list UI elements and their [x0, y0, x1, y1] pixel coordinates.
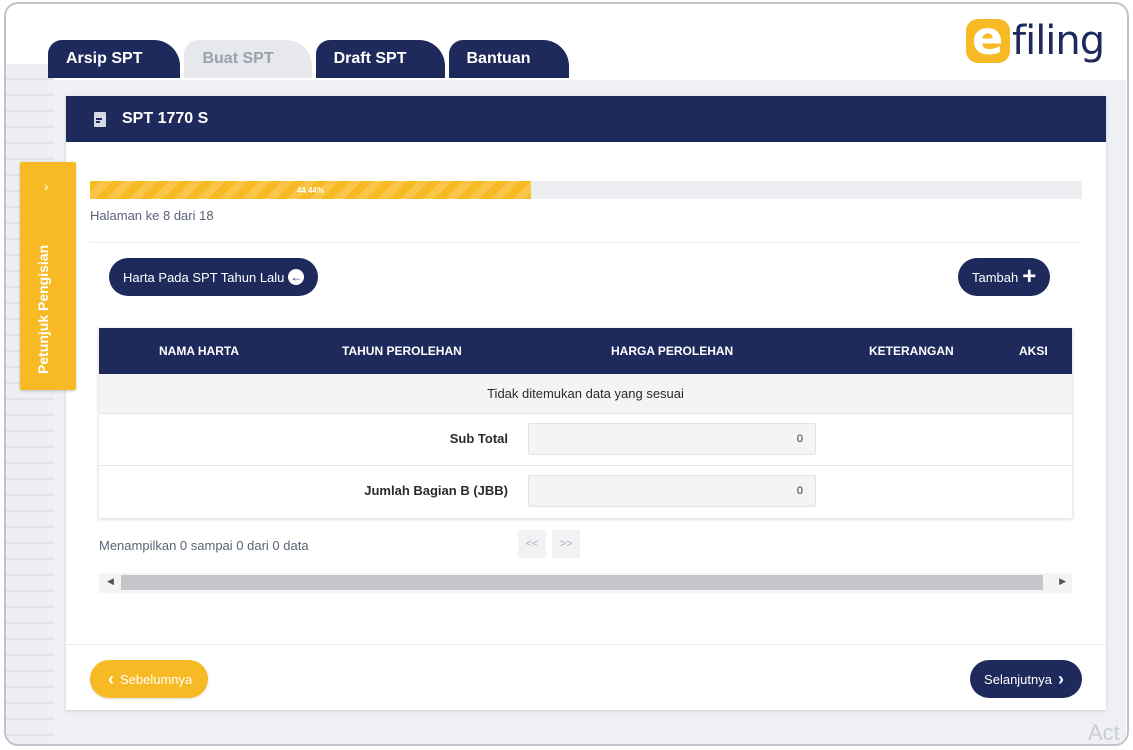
assets-table: NAMA HARTA TAHUN PEROLEHAN HARGA PEROLEH…	[99, 328, 1072, 518]
logo-text: filing	[1012, 18, 1105, 64]
next-label: Selanjutnya	[984, 671, 1052, 687]
document-icon	[94, 111, 106, 127]
tab-draft-spt[interactable]: Draft SPT	[315, 40, 445, 78]
jbb-label: Jumlah Bagian B (JBB)	[364, 483, 508, 498]
sub-total-field: 0	[528, 423, 816, 455]
previous-year-assets-button[interactable]: Harta Pada SPT Tahun Lalu ←	[109, 258, 319, 296]
activation-watermark: Act	[1088, 720, 1120, 745]
progress-fill: 44.44%	[90, 181, 531, 199]
tab-bantuan[interactable]: Bantuan	[448, 40, 569, 78]
footer-divider	[66, 644, 1106, 645]
pager-prev-button[interactable]: <<	[518, 530, 546, 558]
column-header[interactable]: TAHUN PEROLEHAN	[342, 344, 462, 358]
arrow-left-circle-icon: ←	[288, 269, 305, 285]
page-info: Halaman ke 8 dari 18	[90, 208, 214, 223]
efiling-logo: e filing	[966, 14, 1105, 68]
empty-message: Tidak ditemukan data yang sesuai	[99, 374, 1072, 414]
column-header[interactable]: HARGA PEROLEHAN	[611, 344, 733, 358]
spt-panel: SPT 1770 S 44.44% Halaman ke 8 dari 18 H…	[66, 96, 1106, 710]
column-header[interactable]: AKSI	[1019, 344, 1048, 358]
plus-icon: +	[1022, 263, 1037, 290]
logo-badge-letter: e	[972, 11, 1004, 65]
scroll-left-icon[interactable]: ◀	[107, 576, 114, 587]
pager-next-button[interactable]: >>	[552, 530, 580, 558]
panel-title: SPT 1770 S	[122, 110, 209, 127]
chevron-right-icon: ›	[44, 178, 49, 194]
logo-badge: e	[966, 15, 1010, 63]
add-button-label: Tambah	[972, 269, 1019, 285]
tab-buat-spt[interactable]: Buat SPT	[184, 40, 312, 78]
showing-info: Menampilkan 0 sampai 0 dari 0 data	[99, 538, 309, 553]
divider	[90, 242, 1082, 243]
progress-label: 44.44%	[296, 185, 324, 195]
guide-drawer-toggle[interactable]: › Petunjuk Pengisian	[20, 162, 76, 390]
sub-total-label: Sub Total	[449, 431, 508, 446]
previous-year-assets-label: Harta Pada SPT Tahun Lalu	[123, 269, 285, 285]
scroll-right-icon[interactable]: ▶	[1059, 576, 1066, 587]
jbb-row: Jumlah Bagian B (JBB) 0	[99, 466, 1072, 518]
chevron-right-icon: ›	[1058, 669, 1064, 689]
panel-header: SPT 1770 S	[66, 96, 1106, 142]
pager: << >>	[518, 530, 586, 558]
horizontal-scrollbar[interactable]: ◀ ▶	[99, 573, 1072, 593]
column-header[interactable]: KETERANGAN	[869, 344, 954, 358]
sub-total-row: Sub Total 0	[99, 414, 1072, 466]
chevron-left-icon: ‹	[108, 669, 114, 689]
add-button[interactable]: Tambah +	[958, 258, 1051, 296]
table-header: NAMA HARTA TAHUN PEROLEHAN HARGA PEROLEH…	[99, 328, 1072, 374]
progress-bar: 44.44%	[90, 181, 1082, 199]
tab-arsip-spt[interactable]: Arsip SPT	[48, 40, 181, 78]
jbb-field: 0	[528, 475, 816, 507]
guide-drawer-label: Petunjuk Pengisian	[35, 244, 51, 374]
scrollbar-thumb[interactable]	[121, 575, 1043, 590]
previous-button[interactable]: ‹ Sebelumnya	[90, 660, 209, 698]
main-tabs: Arsip SPT Buat SPT Draft SPT Bantuan	[48, 40, 573, 78]
next-button[interactable]: Selanjutnya ›	[970, 660, 1082, 698]
column-header[interactable]: NAMA HARTA	[159, 344, 239, 358]
previous-label: Sebelumnya	[120, 671, 193, 687]
